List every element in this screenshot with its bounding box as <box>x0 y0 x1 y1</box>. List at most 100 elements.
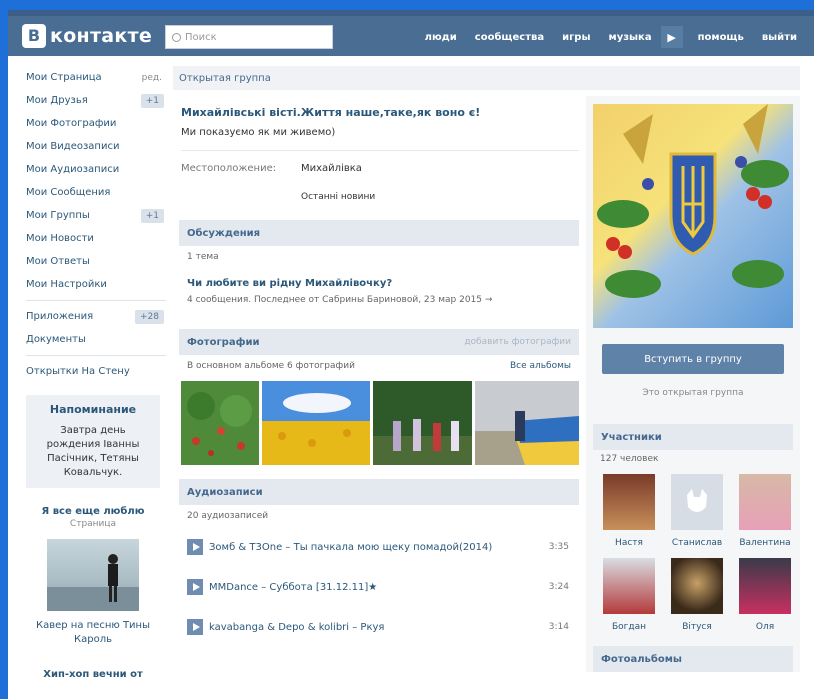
nav-music[interactable]: музыка <box>600 32 661 43</box>
photo-strip <box>181 381 579 465</box>
nav-communities[interactable]: сообщества <box>466 32 553 43</box>
location-value[interactable]: Михайлівка <box>301 163 362 174</box>
member-card[interactable]: Валентина <box>732 474 798 558</box>
join-group-button[interactable]: Вступить в группу <box>602 344 784 374</box>
discussions-header[interactable]: Обсуждения <box>179 220 579 246</box>
reminder-text[interactable]: Завтра день рождения Іванны Пасічник, Те… <box>32 424 154 480</box>
avatar[interactable] <box>739 558 791 614</box>
divider <box>26 355 166 356</box>
search-placeholder: Поиск <box>185 31 217 43</box>
audio-track[interactable]: kavabanga & Depo & kolibri – Ркуя 3:14 <box>187 607 579 647</box>
featured-caption[interactable]: Кавер на песню Тины Кароль <box>26 619 160 647</box>
photos-header[interactable]: Фотографии добавить фотографии <box>179 329 579 355</box>
sidebar-item-photos[interactable]: Мои Фотографии <box>18 112 166 135</box>
avatar[interactable] <box>671 558 723 614</box>
add-photos-link[interactable]: добавить фотографии <box>464 337 571 347</box>
bottom-block-title[interactable]: Хип-хоп вечни от <box>26 669 160 680</box>
top-header: В контакте Поиск люди сообщества игры му… <box>8 10 814 56</box>
members-grid: Настя Станислав Валентина Богдан Вітуся <box>596 474 800 642</box>
track-title: MMDance – Суббота [31.12.11]★ <box>209 581 378 593</box>
sidebar-item-cards[interactable]: Открытки На Стену <box>18 360 166 383</box>
search-input[interactable]: Поиск <box>165 25 333 49</box>
photo-thumb-sunflowers[interactable] <box>261 381 370 465</box>
audio-track[interactable]: MMDance – Суббота [31.12.11]★ 3:24 <box>187 567 579 607</box>
member-card[interactable]: Станислав <box>664 474 730 558</box>
member-name[interactable]: Валентина <box>732 538 798 548</box>
logo-icon: В <box>22 24 46 48</box>
member-card[interactable]: Настя <box>596 474 662 558</box>
member-card[interactable]: Богдан <box>596 558 662 642</box>
sidebar-item-docs[interactable]: Документы <box>18 328 166 351</box>
main-column: Михайлівські вісті.Життя наше,таке,як во… <box>173 96 579 647</box>
sidebar-item-friends[interactable]: Мои Друзья +1 <box>18 89 166 112</box>
featured-title[interactable]: Я все еще люблю <box>26 506 160 517</box>
photo-thumb-berries[interactable] <box>181 381 259 465</box>
track-duration: 3:24 <box>548 582 569 592</box>
person-photo <box>47 554 139 611</box>
member-card[interactable]: Оля <box>732 558 798 642</box>
audio-track[interactable]: Зомб & T3One – Ты пачкала мою щеку помад… <box>187 527 579 567</box>
play-icon[interactable] <box>187 539 203 555</box>
members-header[interactable]: Участники <box>593 424 793 450</box>
nav-help[interactable]: помощь <box>689 32 753 43</box>
reminder-title: Напоминание <box>49 403 137 416</box>
count-badge: +1 <box>140 93 164 108</box>
featured-sub: Страница <box>69 519 117 529</box>
search-icon <box>172 32 181 42</box>
avatar[interactable] <box>671 474 723 530</box>
sidebar-item-news[interactable]: Мои Новости <box>18 227 166 250</box>
audio-title: Аудиозаписи <box>187 486 263 498</box>
sidebar-item-groups[interactable]: Мои Группы +1 <box>18 204 166 227</box>
featured-photo[interactable] <box>47 539 139 611</box>
top-nav: люди сообщества игры музыка ▶ помощь вый… <box>416 24 806 50</box>
photos-count: В основном альбоме 6 фотографий <box>187 361 355 371</box>
vk-logo[interactable]: В контакте <box>22 24 152 48</box>
member-name[interactable]: Настя <box>596 538 662 548</box>
sidebar-item-my-page[interactable]: Мои Страница ред. <box>18 66 166 89</box>
photo-thumb-flag[interactable] <box>475 381 579 465</box>
member-name[interactable]: Вітуся <box>664 622 730 632</box>
audio-header[interactable]: Аудиозаписи <box>179 479 579 505</box>
member-name[interactable]: Богдан <box>596 622 662 632</box>
play-icon[interactable] <box>187 619 203 635</box>
nav-logout[interactable]: выйти <box>753 32 806 43</box>
default-avatar-dog-icon <box>687 489 707 512</box>
audio-sub: 20 аудиозаписей <box>173 505 579 521</box>
sidebar-item-audio[interactable]: Мои Аудиозаписи <box>18 158 166 181</box>
group-cover-image[interactable] <box>593 104 793 328</box>
edit-link[interactable]: ред. <box>142 73 162 83</box>
sidebar-item-videos[interactable]: Мои Видеозаписи <box>18 135 166 158</box>
all-albums-link[interactable]: Все альбомы <box>510 361 571 371</box>
nav-games[interactable]: игры <box>553 32 599 43</box>
avatar[interactable] <box>603 474 655 530</box>
left-sidebar: Мои Страница ред. Мои Друзья +1 Мои Фотогр… <box>18 66 166 680</box>
play-arrow-icon[interactable]: ▶ <box>660 26 683 48</box>
location-label: Местоположение: <box>181 163 277 174</box>
group-status: Ми показуємо як ми живемо) <box>181 127 336 138</box>
sidebar-item-apps[interactable]: Приложения +28 <box>18 305 166 328</box>
track-duration: 3:14 <box>548 622 569 632</box>
avatar[interactable] <box>603 558 655 614</box>
track-title: Зомб & T3One – Ты пачкала мою щеку помад… <box>209 541 493 553</box>
photo-thumb-group[interactable] <box>372 381 473 465</box>
discussions-title: Обсуждения <box>187 227 261 239</box>
arrow-right-icon[interactable]: → <box>485 295 493 305</box>
sidebar-item-settings[interactable]: Мои Настройки <box>18 273 166 296</box>
divider <box>26 300 166 301</box>
count-badge: +28 <box>135 309 164 324</box>
sidebar-item-messages[interactable]: Мои Сообщения <box>18 181 166 204</box>
audio-count: 20 аудиозаписей <box>187 511 269 521</box>
open-group-note: Это открытая группа <box>642 388 744 398</box>
topic-link[interactable]: Чи любите ви рідну Михайлівочку? <box>187 278 579 289</box>
avatar[interactable] <box>739 474 791 530</box>
nav-people[interactable]: люди <box>416 32 466 43</box>
members-count[interactable]: 127 человек <box>600 454 800 464</box>
member-name[interactable]: Оля <box>732 622 798 632</box>
sidebar-item-answers[interactable]: Мои Ответы <box>18 250 166 273</box>
member-card[interactable]: Вітуся <box>664 558 730 642</box>
member-name[interactable]: Станислав <box>664 538 730 548</box>
albums-header[interactable]: Фотоальбомы <box>593 646 793 672</box>
latest-news-link[interactable]: Останні новини <box>301 192 579 202</box>
photos-sub: В основном альбоме 6 фотографий Все альб… <box>173 355 579 371</box>
play-icon[interactable] <box>187 579 203 595</box>
